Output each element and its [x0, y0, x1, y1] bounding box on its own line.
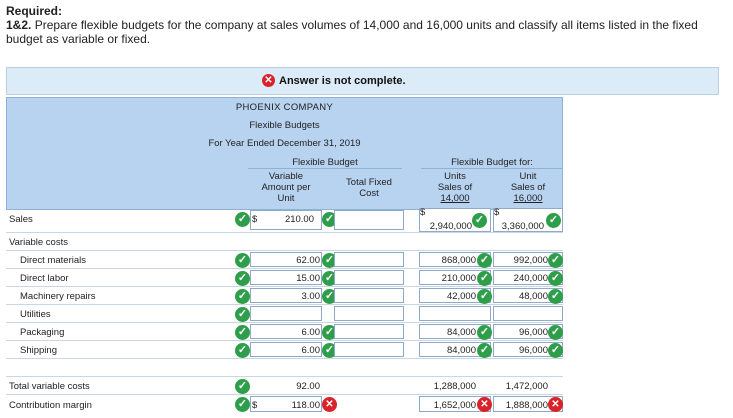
utilities-variable-input[interactable]	[250, 306, 322, 321]
sales-fixed-input[interactable]	[334, 210, 404, 230]
check-icon: ✓	[477, 271, 492, 286]
packaging-variable: 6.00	[301, 327, 321, 338]
packaging-14000: 84,000	[446, 327, 476, 338]
requirement-text: Required: 1&2. Prepare flexible budgets …	[6, 4, 728, 46]
sales-14000-value: 2,940,000	[429, 221, 472, 232]
col-16000-header: Unit Sales of 16,000	[510, 171, 546, 204]
check-icon: ✓	[477, 253, 492, 268]
row-label-direct-labor: Direct labor	[20, 273, 69, 284]
check-icon: ✓	[546, 213, 561, 228]
packaging-16000: 96,000	[518, 327, 548, 338]
row-label-utilities: Utilities	[20, 309, 51, 320]
check-icon: ✓	[235, 325, 250, 340]
direct-labor-fixed-input[interactable]	[334, 270, 404, 285]
sales-variable-value: 210.00	[284, 214, 314, 225]
error-icon: ✕	[548, 397, 563, 412]
check-icon: ✓	[548, 343, 563, 358]
flexible-budget-table: PHOENIX COMPANY Flexible Budgets For Yea…	[6, 97, 563, 415]
check-icon: ✓	[477, 325, 492, 340]
machinery-variable: 3.00	[301, 291, 321, 302]
table-title: Flexible Budgets	[249, 120, 320, 131]
check-icon: ✓	[235, 212, 250, 227]
error-icon: ✕	[477, 397, 492, 412]
status-banner: ✕ Answer is not complete.	[6, 67, 719, 95]
check-icon: ✓	[235, 289, 250, 304]
total-variable-14000: 1,288,000	[433, 381, 476, 392]
packaging-fixed-input[interactable]	[334, 324, 404, 339]
required-part: 1&2.	[6, 18, 32, 32]
machinery-16000: 48,000	[518, 291, 548, 302]
row-label-variable-costs: Variable costs	[9, 237, 68, 248]
direct-labor-16000: 240,000	[513, 273, 548, 284]
total-variable-variable: 92.00	[296, 381, 320, 392]
contribution-16000: 1,888,000	[505, 400, 548, 411]
direct-materials-14000: 868,000	[441, 255, 476, 266]
direct-materials-16000: 992,000	[513, 255, 548, 266]
error-icon: ✕	[322, 397, 337, 412]
check-icon: ✓	[235, 397, 250, 412]
check-icon: ✓	[235, 343, 250, 358]
row-label-contribution-margin: Contribution margin	[9, 400, 92, 411]
banner-text: Answer is not complete.	[279, 74, 406, 87]
table-period: For Year Ended December 31, 2019	[208, 138, 361, 149]
row-label-packaging: Packaging	[20, 327, 65, 338]
direct-materials-variable: 62.00	[296, 255, 320, 266]
contribution-variable: 118.00	[291, 400, 320, 411]
direct-labor-variable: 15.00	[296, 273, 320, 284]
group-flexible-for: Flexible Budget for:	[451, 157, 533, 168]
row-label-direct-materials: Direct materials	[20, 255, 86, 266]
shipping-variable: 6.00	[301, 345, 321, 356]
check-icon: ✓	[548, 325, 563, 340]
required-heading: Required:	[6, 4, 63, 18]
col-14000-header: Units Sales of 14,000	[437, 171, 473, 204]
utilities-fixed-input[interactable]	[334, 306, 404, 321]
machinery-fixed-input[interactable]	[334, 288, 404, 303]
company-name: PHOENIX COMPANY	[235, 102, 334, 113]
check-icon: ✓	[235, 253, 250, 268]
row-label-shipping: Shipping	[20, 345, 57, 356]
check-icon: ✓	[235, 379, 250, 394]
check-icon: ✓	[472, 213, 487, 228]
check-icon: ✓	[548, 253, 563, 268]
shipping-14000: 84,000	[446, 345, 476, 356]
utilities-16000-input[interactable]	[493, 306, 563, 321]
error-icon: ✕	[262, 74, 275, 87]
row-label-machinery-repairs: Machinery repairs	[20, 291, 96, 302]
total-variable-16000: 1,472,000	[505, 381, 548, 392]
shipping-16000: 96,000	[518, 345, 548, 356]
row-label-sales: Sales	[9, 214, 33, 225]
check-icon: ✓	[477, 289, 492, 304]
required-body: Prepare flexible budgets for the company…	[6, 18, 698, 46]
row-label-total-variable-costs: Total variable costs	[9, 381, 90, 392]
utilities-14000-input[interactable]	[419, 306, 491, 321]
direct-materials-fixed-input[interactable]	[334, 252, 404, 267]
check-icon: ✓	[235, 307, 250, 322]
check-icon: ✓	[235, 271, 250, 286]
shipping-fixed-input[interactable]	[334, 342, 404, 357]
check-icon: ✓	[548, 271, 563, 286]
machinery-14000: 42,000	[446, 291, 476, 302]
check-icon: ✓	[548, 289, 563, 304]
col-variable-header: Variable Amount per Unit	[261, 171, 311, 204]
group-flexible-budget: Flexible Budget	[292, 157, 358, 168]
direct-labor-14000: 210,000	[441, 273, 476, 284]
sales-16000-value: 3,360,000	[501, 221, 544, 232]
col-fixed-header: Total Fixed Cost	[346, 177, 392, 199]
contribution-14000: 1,652,000	[433, 400, 476, 411]
check-icon: ✓	[477, 343, 492, 358]
